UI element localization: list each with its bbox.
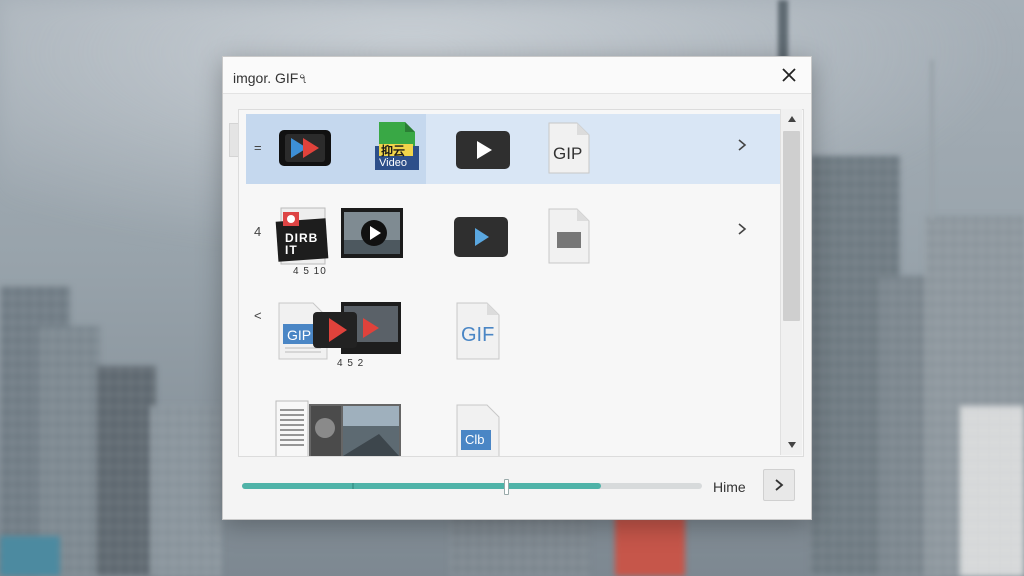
gif-file-text: GIF <box>461 324 495 346</box>
chevron-right-icon[interactable] <box>735 222 749 236</box>
gif-document-text: GIP <box>287 327 312 343</box>
file-list: = 抑云 Video GIP 4 DIRB IT 4 5 10 < GIP 4 … <box>238 109 804 457</box>
gif-file-icon[interactable]: GIF <box>455 302 501 360</box>
arrow-up-icon <box>787 116 796 122</box>
close-button[interactable] <box>775 62 803 88</box>
thumbnail-caption: 4 5 2 <box>337 358 365 369</box>
progress-tick <box>352 483 355 489</box>
gif-file-icon[interactable]: GIP <box>547 122 591 174</box>
dialog-title: imgor. GIF৭ <box>233 70 308 86</box>
video-player-icon[interactable] <box>277 126 333 175</box>
photo-thumbnail-icon[interactable] <box>309 404 401 456</box>
list-item[interactable]: < GIP 4 5 2 GIF <box>239 286 782 369</box>
video-thumbnail-icon[interactable] <box>341 208 403 263</box>
gif-file-text: GIP <box>553 144 583 163</box>
row-label: < <box>254 308 262 323</box>
document-thumbnail-icon[interactable]: DIRB IT <box>275 206 331 266</box>
scroll-thumb[interactable] <box>783 131 800 321</box>
progress-handle[interactable] <box>504 479 510 495</box>
play-button-icon[interactable] <box>453 216 509 263</box>
document-thumbnail-text: DIRB IT <box>285 231 319 257</box>
scroll-down-button[interactable] <box>783 437 800 453</box>
list-item[interactable]: Clb <box>239 380 782 456</box>
progress-fill <box>242 483 602 489</box>
row-label: = <box>254 140 262 155</box>
scroll-up-button[interactable] <box>783 111 800 127</box>
row-label: 4 <box>254 224 262 239</box>
video-file-text-bottom: Video <box>379 157 407 169</box>
play-button-icon[interactable] <box>455 130 511 175</box>
arrow-down-icon <box>787 442 796 448</box>
text-document-icon[interactable] <box>275 400 309 456</box>
close-icon <box>782 68 796 82</box>
video-file-icon[interactable] <box>547 208 591 269</box>
chevron-right-icon[interactable] <box>735 138 749 152</box>
video-player-icon[interactable] <box>313 302 403 359</box>
vertical-scrollbar[interactable] <box>780 109 802 455</box>
next-button[interactable] <box>763 469 795 501</box>
time-label: Hime <box>713 479 746 495</box>
dialog-titlebar: imgor. GIF৭ <box>223 57 811 94</box>
import-gif-dialog: imgor. GIF৭ = 抑云 Video GIP 4 DIRB IT 4 5… <box>222 56 812 520</box>
gif-file-text: Clb <box>465 432 485 447</box>
progress-bar[interactable] <box>242 479 702 495</box>
gif-file-icon[interactable]: Clb <box>455 404 501 456</box>
thumbnail-caption: 4 5 10 <box>293 266 327 277</box>
list-item[interactable]: = 抑云 Video GIP <box>239 110 782 184</box>
chevron-right-icon <box>775 479 784 491</box>
video-file-icon[interactable]: 抑云 Video <box>373 120 419 172</box>
list-item[interactable]: 4 DIRB IT 4 5 10 <box>239 194 782 277</box>
